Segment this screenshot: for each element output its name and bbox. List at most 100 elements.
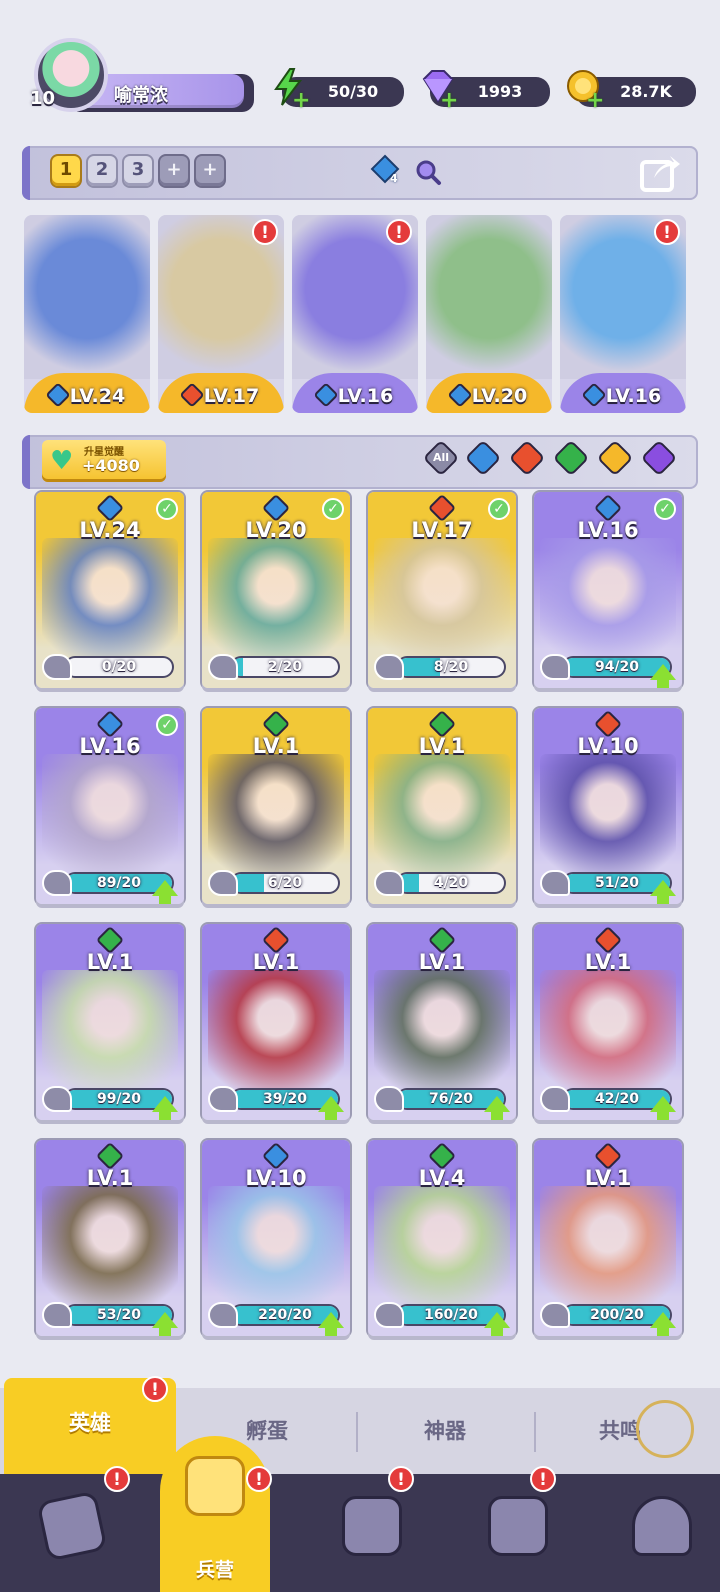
in-team-check-icon: ✓ — [654, 498, 676, 520]
awaken-button[interactable]: ♥ 升星觉醒 +4080 — [42, 440, 166, 482]
nav-map-alert: ! — [388, 1466, 414, 1492]
hero-portrait — [540, 754, 676, 874]
nav-map[interactable]: ! — [300, 1466, 444, 1592]
hero-portrait — [42, 754, 178, 874]
hero-card[interactable]: LV.17 8/20 ✓ — [368, 492, 516, 688]
hero-card[interactable]: LV.10 51/20 — [534, 708, 682, 904]
shard-icon — [374, 1302, 404, 1328]
hero-card[interactable]: LV.10 220/20 — [202, 1140, 350, 1336]
team-tab-3[interactable]: 3 — [124, 156, 152, 186]
heart-icon: ♥ — [50, 446, 74, 476]
hero-card[interactable]: LV.1 200/20 — [534, 1140, 682, 1336]
upgrade-arrow-icon[interactable] — [152, 1312, 178, 1336]
nav-barracks-label: 兵营 — [195, 1559, 234, 1581]
mushroom-house-icon — [632, 1496, 692, 1556]
hero-card[interactable]: LV.4 160/20 — [368, 1140, 516, 1336]
lineup-hero-card[interactable]: LV.17! — [158, 215, 284, 413]
hero-card[interactable]: LV.1 42/20 — [534, 924, 682, 1120]
filter-dark-button[interactable] — [640, 439, 678, 477]
hero-card[interactable]: LV.1 99/20 — [36, 924, 184, 1120]
lineup-hero-card[interactable]: LV.24 — [24, 215, 150, 413]
add-energy-icon[interactable]: + — [292, 90, 310, 112]
hero-level: LV.1 — [252, 950, 300, 974]
shard-icon — [42, 654, 72, 680]
nav-cards-alert: ! — [104, 1466, 130, 1492]
shard-icon — [374, 1086, 404, 1112]
upgrade-arrow-icon[interactable] — [650, 880, 676, 904]
upgrade-arrow-icon[interactable] — [650, 1312, 676, 1336]
hero-level: LV.10 — [577, 734, 639, 758]
hero-level: LV.16 — [79, 734, 141, 758]
upgrade-arrow-icon[interactable] — [650, 664, 676, 688]
in-team-check-icon: ✓ — [156, 498, 178, 520]
nav-castle[interactable]: ! — [446, 1466, 590, 1592]
lineup-hero-card[interactable]: LV.16! — [560, 215, 686, 413]
add-team-button-2[interactable]: + — [196, 156, 224, 186]
hero-level: LV.1 — [86, 950, 134, 974]
team-tab-1[interactable]: 1 — [52, 156, 80, 186]
in-team-check-icon: ✓ — [488, 498, 510, 520]
hero-portrait — [426, 215, 552, 379]
hero-level: LV.24 — [79, 518, 141, 542]
hero-alert-badge: ! — [386, 219, 412, 245]
nav-house[interactable] — [590, 1474, 720, 1592]
lineup-hero-card[interactable]: LV.16! — [292, 215, 418, 413]
hero-card[interactable]: LV.1 76/20 — [368, 924, 516, 1120]
lineup-hero-card[interactable]: LV.20 — [426, 215, 552, 413]
player-name: 喻常浓 — [114, 85, 168, 106]
hero-card[interactable]: LV.1 39/20 — [202, 924, 350, 1120]
hero-portrait — [540, 1186, 676, 1306]
crystal-icon[interactable]: 4 — [370, 154, 400, 188]
gold-counter[interactable]: + 28.7K — [564, 70, 696, 112]
hero-portrait — [540, 538, 676, 658]
upgrade-arrow-icon[interactable] — [650, 1096, 676, 1120]
player-panel[interactable]: 喻常浓 10 — [28, 38, 254, 114]
add-gems-icon[interactable]: + — [440, 90, 458, 112]
upgrade-arrow-icon[interactable] — [152, 880, 178, 904]
shard-icon — [374, 870, 404, 896]
hero-card[interactable]: LV.20 2/20 ✓ — [202, 492, 350, 688]
hero-level: LV.1 — [584, 950, 632, 974]
tab-heroes-alert: ! — [142, 1376, 168, 1402]
add-gold-icon[interactable]: + — [586, 90, 604, 112]
hero-portrait — [374, 538, 510, 658]
filter-nature-button[interactable] — [552, 439, 590, 477]
hero-card[interactable]: LV.1 4/20 — [368, 708, 516, 904]
upgrade-arrow-icon[interactable] — [152, 1096, 178, 1120]
nav-cards[interactable]: ! — [0, 1466, 144, 1592]
filter-water-button[interactable] — [464, 439, 502, 477]
share-icon[interactable] — [638, 152, 682, 194]
hero-portrait — [42, 538, 178, 658]
hero-alert-badge: ! — [654, 219, 680, 245]
upgrade-arrow-icon[interactable] — [318, 1096, 344, 1120]
upgrade-arrow-icon[interactable] — [318, 1312, 344, 1336]
hero-level: LV.17 — [411, 518, 473, 542]
filter-fire-button[interactable] — [508, 439, 546, 477]
hero-level: LV.16 — [577, 518, 639, 542]
energy-counter[interactable]: + 50/30 — [270, 68, 404, 112]
gem-counter[interactable]: + 1993 — [418, 70, 550, 112]
hero-card[interactable]: LV.24 0/20 ✓ — [36, 492, 184, 688]
search-icon[interactable] — [414, 158, 442, 186]
filter-all-button[interactable]: All — [422, 439, 460, 477]
shard-progress-text: 6/20 — [267, 875, 303, 891]
filter-light-button[interactable] — [596, 439, 634, 477]
hero-card[interactable]: LV.16 89/20 ✓ — [36, 708, 184, 904]
hero-portrait — [208, 754, 344, 874]
hero-card[interactable]: LV.16 94/20 ✓ — [534, 492, 682, 688]
crystal-count: 4 — [390, 172, 398, 185]
team-tab-2[interactable]: 2 — [88, 156, 116, 186]
lineup-hero-level: LV.16 — [560, 382, 686, 408]
shard-progress-text: 8/20 — [433, 659, 469, 675]
upgrade-arrow-icon[interactable] — [484, 1312, 510, 1336]
tab-artifacts[interactable]: 神器 — [358, 1388, 532, 1474]
hero-card[interactable]: LV.1 53/20 — [36, 1140, 184, 1336]
nav-barracks[interactable]: 兵营 — [160, 1436, 270, 1592]
upgrade-arrow-icon[interactable] — [484, 1096, 510, 1120]
element-icon — [313, 382, 339, 408]
hero-card[interactable]: LV.1 6/20 — [202, 708, 350, 904]
bottom-nav: ! 兵营 ! ! ! — [0, 1436, 720, 1592]
add-team-button[interactable]: + — [160, 156, 188, 186]
shard-icon — [540, 870, 570, 896]
sparkle-ring-icon — [636, 1400, 694, 1458]
